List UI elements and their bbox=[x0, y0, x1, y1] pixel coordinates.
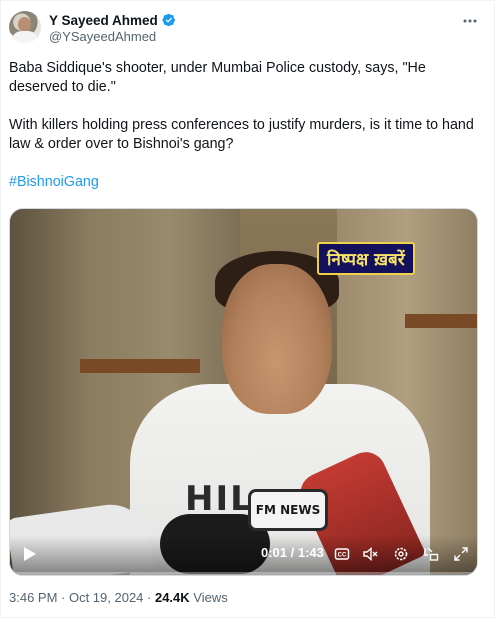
author-name[interactable]: Y Sayeed Ahmed bbox=[49, 13, 158, 28]
more-icon[interactable] bbox=[462, 13, 478, 29]
play-icon[interactable] bbox=[20, 545, 38, 563]
tweet-meta: 3:46 PM · Oct 19, 2024 · 24.4K Views bbox=[9, 590, 228, 605]
tweet-card: Y Sayeed Ahmed @YSayeedAhmed Baba Siddiq… bbox=[0, 0, 495, 618]
video-channel-logo: निष्पक्ष ख़बरें bbox=[317, 242, 415, 275]
tweet-timestamp[interactable]: 3:46 PM · Oct 19, 2024 · bbox=[9, 590, 155, 605]
tweet-paragraph-2: With killers holding press conferences t… bbox=[9, 117, 474, 152]
tweet-paragraph-1: Baba Siddique's shooter, under Mumbai Po… bbox=[9, 60, 426, 95]
video-player[interactable]: HIL FM NEWS निष्पक्ष ख़बरें 0:01 / 1:43 … bbox=[9, 208, 478, 576]
author-row: Y Sayeed Ahmed bbox=[49, 11, 176, 29]
settings-icon[interactable] bbox=[393, 546, 409, 562]
fullscreen-icon[interactable] bbox=[453, 546, 469, 562]
views-count: 24.4K bbox=[154, 590, 190, 605]
more-dots-icon bbox=[463, 19, 477, 23]
volume-icon[interactable] bbox=[362, 546, 378, 562]
video-controls: 0:01 / 1:43 CC bbox=[10, 535, 477, 575]
video-progress-bar[interactable] bbox=[10, 572, 477, 575]
tweet-text: Baba Siddique's shooter, under Mumbai Po… bbox=[9, 59, 479, 211]
video-belt-left bbox=[80, 359, 200, 373]
verified-icon bbox=[162, 13, 175, 27]
hashtag-link[interactable]: #BishnoiGang bbox=[9, 174, 99, 190]
author-handle[interactable]: @YSayeedAhmed bbox=[49, 29, 156, 44]
avatar[interactable] bbox=[9, 11, 41, 43]
svg-text:CC: CC bbox=[338, 553, 347, 559]
video-progress-fill bbox=[10, 572, 15, 575]
video-mic-fm: FM NEWS bbox=[248, 489, 328, 531]
views-label: Views bbox=[189, 590, 228, 605]
video-shirt-print: HIL bbox=[185, 479, 254, 519]
avatar-face bbox=[18, 17, 31, 32]
video-head bbox=[222, 264, 332, 414]
captions-icon[interactable]: CC bbox=[334, 546, 350, 562]
pip-icon[interactable] bbox=[423, 546, 439, 562]
video-belt-right bbox=[405, 314, 477, 328]
avatar-body bbox=[13, 31, 37, 43]
video-time: 0:01 / 1:43 bbox=[261, 545, 324, 560]
